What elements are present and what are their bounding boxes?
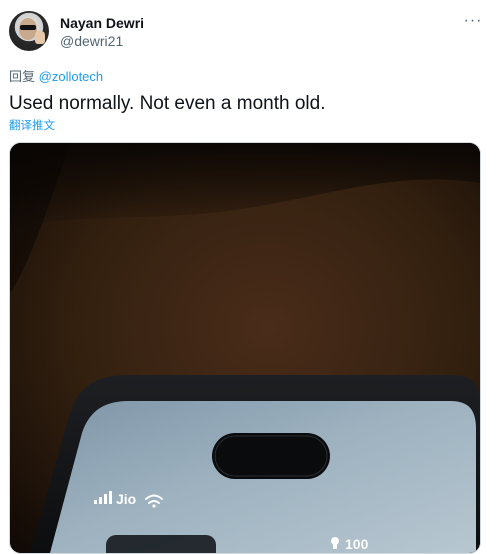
dynamic-island bbox=[212, 433, 330, 479]
widget-card bbox=[106, 535, 216, 553]
avatar[interactable] bbox=[9, 11, 49, 51]
author-handle[interactable]: @dewri21 bbox=[60, 33, 123, 49]
translate-tweet-link[interactable]: 翻译推文 bbox=[9, 117, 55, 133]
carrier-label: Jio bbox=[116, 491, 136, 507]
reply-context: 回复 @zollotech bbox=[9, 66, 103, 85]
author-name[interactable]: Nayan Dewri bbox=[60, 15, 144, 31]
photo-illustration: Jio 100 bbox=[10, 143, 480, 553]
avatar-sunglasses bbox=[20, 25, 36, 30]
avatar-waving-hand bbox=[35, 31, 45, 44]
wifi-icon-dot bbox=[152, 504, 156, 508]
battery-percentage: 100 bbox=[345, 536, 369, 552]
more-options-button[interactable]: ··· bbox=[460, 10, 486, 32]
tweet-text: Used normally. Not even a month old. bbox=[9, 93, 326, 114]
more-options-icon: ··· bbox=[463, 12, 483, 29]
tweet-photo[interactable]: Jio 100 bbox=[9, 142, 481, 554]
reply-prefix: 回复 bbox=[9, 69, 36, 84]
reply-mention-link[interactable]: @zollotech bbox=[39, 69, 104, 84]
